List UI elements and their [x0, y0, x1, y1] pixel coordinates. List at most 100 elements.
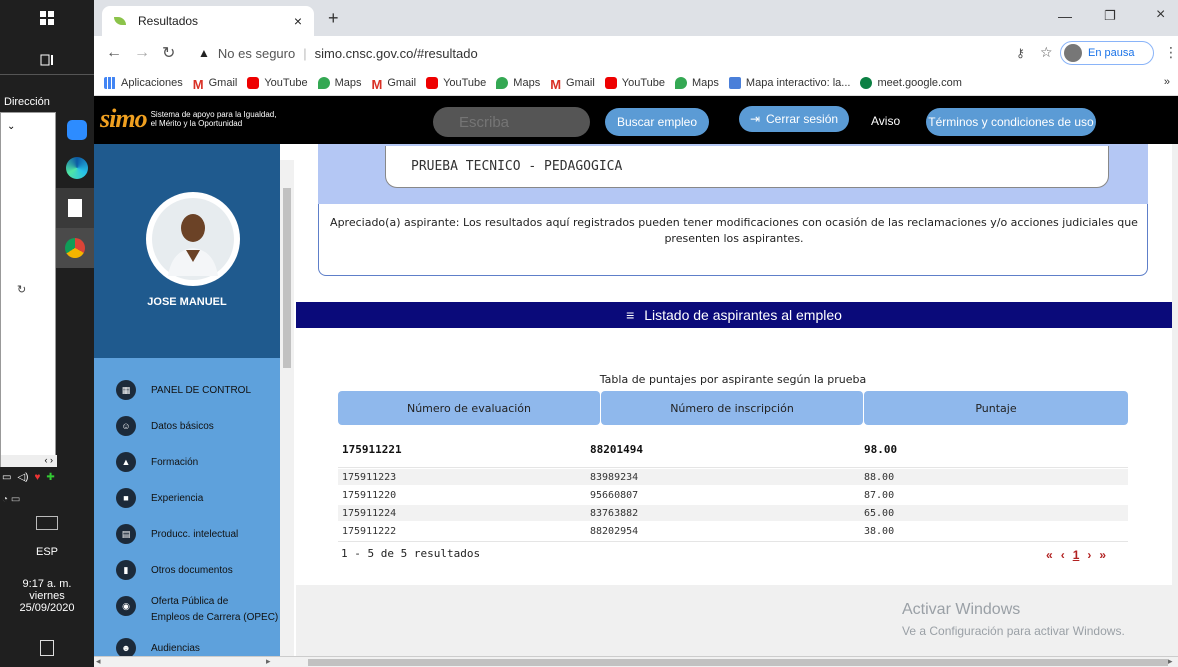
bookmark-label: YouTube — [264, 76, 308, 89]
cell-puntaje: 38.00 — [864, 525, 895, 537]
sidebar-item-opec[interactable]: ◉ Oferta Pública de Empleos de Carrera (OP… — [116, 596, 278, 626]
results-count: 1 - 5 de 5 resultados — [341, 547, 481, 560]
column-header-evaluacion[interactable]: Número de evaluación — [338, 391, 600, 425]
pager-prev-icon[interactable]: ‹ — [1061, 548, 1065, 562]
refresh-icon[interactable]: ↻ — [17, 283, 26, 296]
battery-icon[interactable]: ▭ — [2, 472, 11, 490]
terms-button[interactable]: Términos y condiciones de uso — [926, 108, 1096, 136]
logout-label: Cerrar sesión — [766, 112, 839, 126]
network-icon[interactable]: ◔ ▭ — [2, 494, 20, 505]
url-text: simo.cnsc.gov.co/#resultado — [314, 45, 478, 61]
simo-logo[interactable]: simo Sistema de apoyo para la Igualdad, … — [100, 104, 276, 134]
sidebar-scrollbar[interactable] — [280, 160, 294, 656]
bookmark-label: Maps — [513, 76, 541, 89]
bookmark-gmail[interactable]: M Gmail — [550, 77, 595, 92]
new-tab-icon[interactable]: + — [328, 8, 339, 29]
table-row[interactable]: 175911223 83989234 88.00 — [338, 469, 1128, 485]
table-row[interactable]: 175911220 95660807 87.00 — [338, 487, 1128, 503]
column-header-inscripcion[interactable]: Número de inscripción — [601, 391, 863, 425]
warning-icon[interactable]: ▲ — [198, 46, 210, 60]
sidebar-item-formacion[interactable]: ▲ Formación — [116, 452, 198, 472]
bookmark-maps[interactable]: Maps — [317, 76, 361, 89]
bookmark-gmail[interactable]: M Gmail — [371, 77, 416, 92]
star-icon[interactable]: ☆ — [1040, 44, 1053, 61]
sidebar-item-panel-control[interactable]: ▦ PANEL DE CONTROL — [116, 380, 251, 400]
cell-inscripcion: 83763882 — [590, 507, 639, 519]
bookmark-youtube[interactable]: YouTube — [604, 76, 665, 89]
table-row[interactable]: 175911224 83763882 65.00 — [338, 505, 1128, 521]
scroll-right-icon[interactable]: ▸ — [1168, 656, 1173, 667]
menu-kebab-icon[interactable]: ⋮ — [1164, 44, 1178, 61]
bookmark-label: Gmail — [208, 76, 238, 89]
forward-icon[interactable]: → — [134, 44, 150, 62]
zoom-app-button[interactable] — [60, 112, 94, 148]
bookmark-maps[interactable]: Maps — [675, 76, 719, 89]
scroll-thumb[interactable] — [283, 188, 291, 368]
bookmark-apps[interactable]: Aplicaciones — [104, 76, 183, 89]
sidebar-item-label: Oferta Pública de — [151, 596, 229, 607]
hscroll-thumb[interactable] — [308, 659, 1168, 666]
explorer-scroll-arrows[interactable]: ‹ › — [1, 455, 57, 467]
logout-button[interactable]: ⇥ Cerrar sesión — [739, 106, 849, 132]
bookmark-gmail[interactable]: M Gmail — [193, 76, 238, 92]
tab-resultados[interactable]: Resultados × — [102, 6, 314, 36]
pager-next-icon[interactable]: › — [1087, 548, 1091, 562]
page-scrollbar[interactable] — [1173, 144, 1178, 656]
edge-app-button[interactable] — [60, 150, 94, 186]
omnibox[interactable]: ▲ No es seguro | simo.cnsc.gov.co/#resul… — [190, 40, 1070, 66]
cell-puntaje: 98.00 — [864, 442, 898, 456]
zoom-icon — [67, 120, 87, 140]
notifications-icon[interactable] — [40, 640, 54, 656]
pager-first-icon[interactable]: « — [1046, 548, 1053, 562]
search-input[interactable] — [433, 107, 590, 137]
column-header-puntaje[interactable]: Puntaje — [864, 391, 1128, 425]
pager-last-icon[interactable]: » — [1099, 548, 1106, 562]
start-button[interactable] — [0, 0, 94, 36]
system-tray[interactable]: ▭ ◁) ♥ ✚ — [0, 472, 94, 490]
search-job-button[interactable]: Buscar empleo — [605, 108, 709, 136]
volume-icon[interactable]: ◁) — [17, 472, 28, 490]
reload-icon[interactable]: ↻ — [162, 43, 175, 63]
pager-page-1[interactable]: 1 — [1073, 548, 1080, 562]
cell-puntaje: 88.00 — [864, 471, 895, 483]
bookmark-meet[interactable]: meet.google.com — [860, 76, 962, 89]
sidebar-item-experiencia[interactable]: ■ Experiencia — [116, 488, 203, 508]
bookmark-youtube[interactable]: YouTube — [247, 76, 308, 89]
more-bookmarks-icon[interactable]: » — [1164, 76, 1170, 88]
security-icon[interactable]: ✚ — [46, 472, 54, 490]
task-view-button[interactable] — [0, 46, 94, 74]
restore-icon[interactable]: ❐ — [1104, 8, 1116, 24]
bookmark-youtube[interactable]: YouTube — [426, 76, 486, 89]
sidebar-item-produccion[interactable]: ▤ Producc. intelectual — [116, 524, 238, 544]
back-icon[interactable]: ← — [106, 44, 122, 62]
close-tab-icon[interactable]: × — [294, 13, 302, 29]
profile-button[interactable]: En pausa — [1060, 41, 1154, 65]
graduation-icon: ▲ — [116, 452, 136, 472]
maps-pin-icon — [675, 76, 688, 89]
close-window-icon[interactable]: × — [1156, 6, 1165, 24]
sidebar-item-otros-documentos[interactable]: ▮ Otros documentos — [116, 560, 233, 580]
files-app-button[interactable] — [56, 188, 94, 228]
logout-icon: ⇥ — [749, 112, 761, 126]
key-icon[interactable]: ⚷ — [1016, 46, 1025, 60]
sidebar-item-datos-basicos[interactable]: ☺ Datos básicos — [116, 416, 214, 436]
bookmarks-bar: Aplicaciones M Gmail YouTube Maps M Gmail … — [94, 70, 1178, 96]
minimize-icon[interactable]: — — [1058, 8, 1072, 24]
bookmark-mapa-interactivo[interactable]: Mapa interactivo: la... — [728, 76, 850, 89]
bookmark-maps[interactable]: Maps — [496, 76, 541, 89]
chevron-down-icon[interactable]: ⌄ — [7, 121, 15, 132]
scroll-right-icon[interactable]: ▸ — [266, 656, 271, 667]
table-row[interactable]: 175911222 88202954 38.00 — [338, 523, 1128, 539]
sidebar-item-audiencias[interactable]: ☻ Audiencias — [116, 638, 200, 656]
map-doc-icon — [728, 76, 741, 89]
horizontal-scrollbar[interactable]: ◂ ▸ ▸ — [94, 656, 1178, 667]
shield-icon[interactable]: ♥ — [34, 472, 40, 490]
keyboard-icon[interactable] — [36, 516, 58, 530]
clock[interactable]: 9:17 a. m. viernes 25/09/2020 — [0, 578, 94, 614]
aviso-link[interactable]: Aviso — [871, 114, 900, 128]
table-row-highlight[interactable]: 175911221 88201494 98.00 — [338, 438, 1128, 460]
language-indicator[interactable]: ESP — [0, 546, 94, 558]
scroll-left-icon[interactable]: ◂ — [96, 656, 101, 667]
sidebar-menu: ▦ PANEL DE CONTROL ☺ Datos básicos ▲ Formac… — [94, 358, 280, 656]
chrome-app-button[interactable] — [56, 228, 94, 268]
